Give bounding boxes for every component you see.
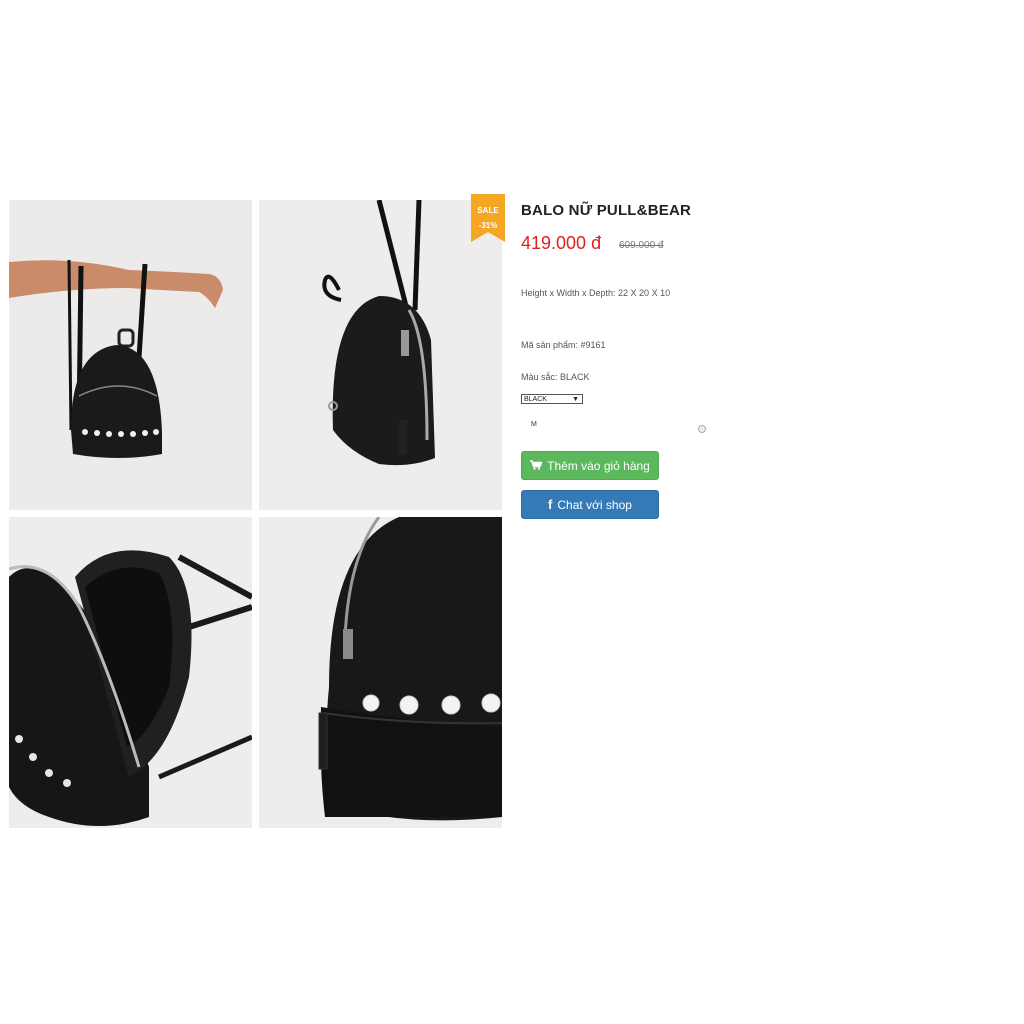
chevron-down-icon: ▼ [572,396,579,403]
product-sku: Mã sản phẩm: #9161 [521,340,606,350]
product-photo-interior[interactable] [9,517,252,828]
cart-icon [530,459,543,473]
color-select[interactable]: BLACK ▼ [521,394,583,404]
sale-badge: SALE -31% [471,194,505,242]
product-price: 419.000 đ [521,233,602,253]
product-gallery [9,200,502,828]
product-color-label: Màu sắc: BLACK [521,372,590,382]
product-photo-front[interactable] [9,200,252,510]
product-photo-side[interactable] [259,200,502,510]
size-radio[interactable] [698,425,706,433]
sale-badge-discount: -31% [478,221,498,230]
product-title: BALO NỮ PULL&BEAR [521,202,692,219]
size-option-label: M [531,421,537,428]
facebook-icon: f [548,497,553,512]
product-dimensions: Height x Width x Depth: 22 X 20 X 10 [521,288,671,298]
color-select-value: BLACK [524,396,547,403]
add-to-cart-button[interactable]: Thêm vào giỏ hàng [521,451,659,480]
product-photo-closeup[interactable] [259,517,502,828]
sale-badge-label: SALE [477,206,499,215]
add-to-cart-label: Thêm vào giỏ hàng [547,458,650,473]
chat-with-shop-label: Chat với shop [557,497,632,512]
chat-with-shop-button[interactable]: f Chat với shop [521,490,659,519]
product-old-price: 609.000 đ [619,240,664,251]
